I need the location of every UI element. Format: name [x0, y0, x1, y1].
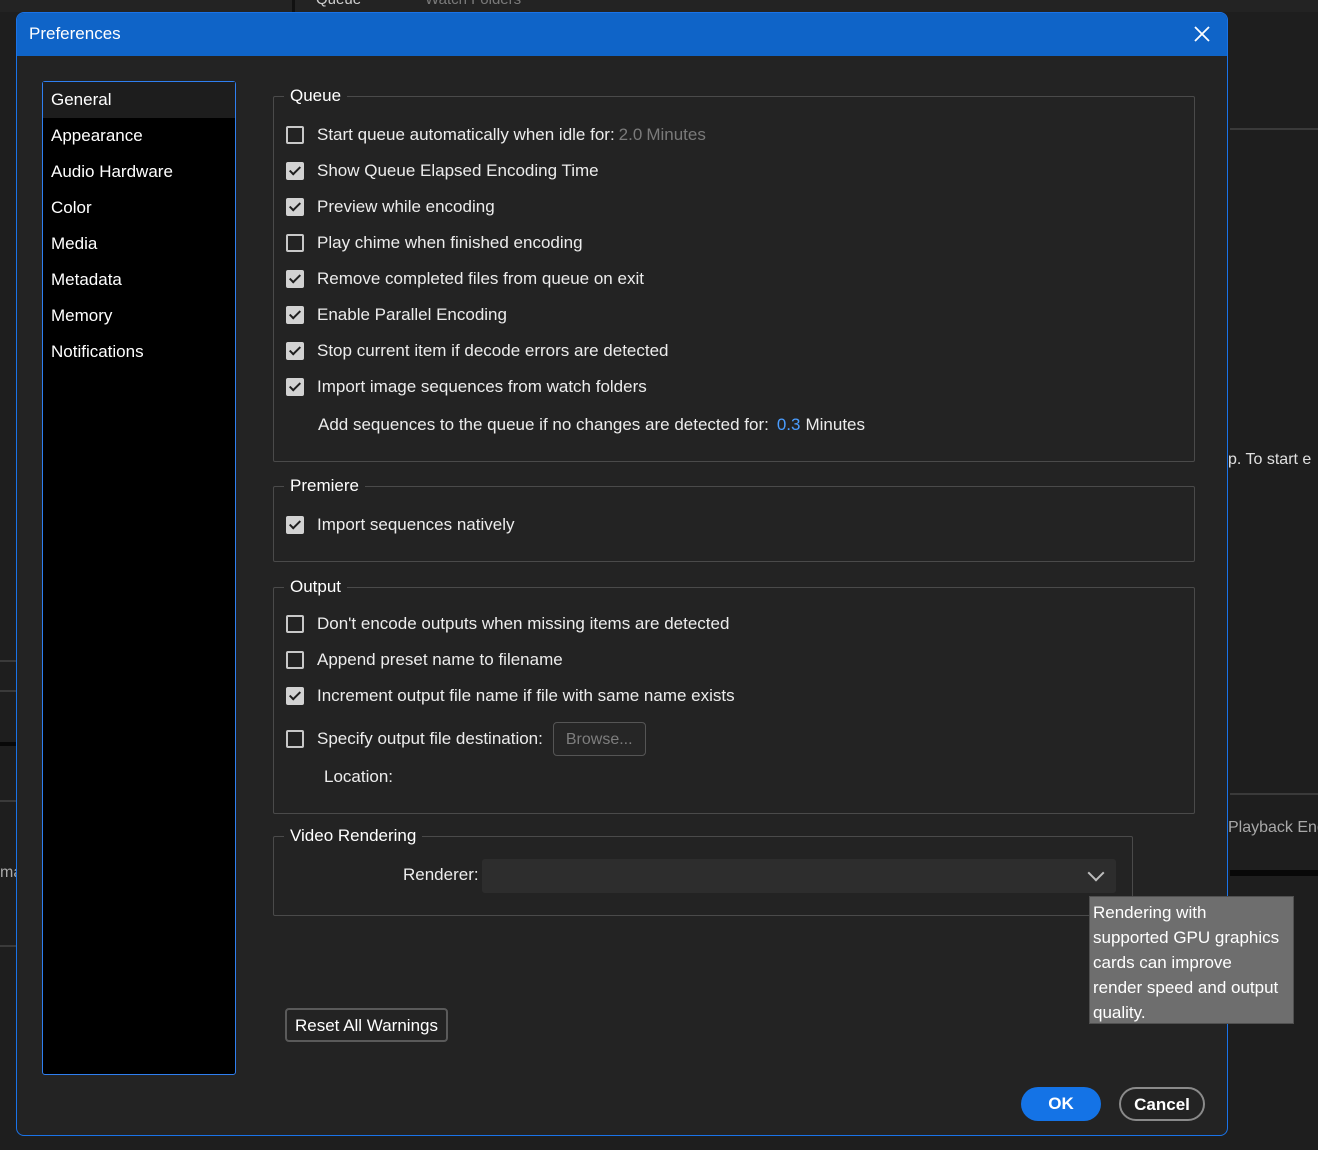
show-elapsed-checkbox[interactable]: [286, 162, 304, 180]
import-image-sequences-checkbox[interactable]: [286, 378, 304, 396]
add-sequences-minutes-unit: Minutes: [805, 415, 865, 434]
stop-decode-errors-checkbox[interactable]: [286, 342, 304, 360]
renderer-label: Renderer:: [403, 865, 479, 884]
show-elapsed-label: Show Queue Elapsed Encoding Time: [317, 161, 599, 180]
chevron-down-icon: [1087, 864, 1105, 882]
idle-minutes-unit: Minutes: [646, 125, 706, 144]
tooltip-line: Rendering with: [1093, 903, 1207, 922]
preview-encoding-label: Preview while encoding: [317, 197, 495, 216]
sidebar-item-media[interactable]: Media: [43, 226, 235, 262]
renderer-tooltip: Rendering with supported GPU graphics ca…: [1089, 896, 1294, 1024]
play-chime-checkbox[interactable]: [286, 234, 304, 252]
video-rendering-legend: Video Rendering: [284, 825, 423, 847]
stop-decode-errors-row[interactable]: Stop current item if decode errors are d…: [286, 339, 669, 363]
sidebar-item-color[interactable]: Color: [43, 190, 235, 226]
premiere-group: Premiere Import sequences natively: [273, 475, 1195, 562]
parallel-encoding-row[interactable]: Enable Parallel Encoding: [286, 303, 507, 327]
remove-completed-checkbox[interactable]: [286, 270, 304, 288]
preferences-dialog: Preferences General Appearance Audio Har…: [16, 12, 1228, 1136]
import-natively-checkbox[interactable]: [286, 516, 304, 534]
append-preset-label: Append preset name to filename: [317, 650, 563, 669]
preview-encoding-checkbox[interactable]: [286, 198, 304, 216]
dont-encode-checkbox[interactable]: [286, 615, 304, 633]
remove-completed-label: Remove completed files from queue on exi…: [317, 269, 644, 288]
output-group: Output Don't encode outputs when missing…: [273, 576, 1195, 814]
start-queue-auto-row[interactable]: Start queue automatically when idle for:…: [286, 123, 706, 147]
location-row: Location:: [324, 765, 393, 789]
remove-completed-row[interactable]: Remove completed files from queue on exi…: [286, 267, 644, 291]
add-sequences-label: Add sequences to the queue if no changes…: [318, 415, 769, 434]
idle-minutes-value[interactable]: 2.0: [619, 125, 643, 145]
sidebar-item-metadata[interactable]: Metadata: [43, 262, 235, 298]
location-label: Location:: [324, 767, 393, 786]
background-tab-watch-folders[interactable]: Watch Folders: [425, 0, 521, 8]
start-queue-auto-label: Start queue automatically when idle for:: [317, 125, 615, 144]
background-divider: [0, 660, 16, 662]
video-rendering-group: Video Rendering Renderer:: [273, 825, 1133, 916]
reset-all-warnings-button[interactable]: Reset All Warnings: [285, 1008, 448, 1042]
sidebar-item-general[interactable]: General: [43, 82, 235, 118]
import-natively-row[interactable]: Import sequences natively: [286, 513, 515, 537]
specify-destination-row[interactable]: Specify output file destination: Browse.…: [286, 721, 646, 757]
queue-group: Queue Start queue automatically when idl…: [273, 85, 1195, 462]
increment-filename-row[interactable]: Increment output file name if file with …: [286, 684, 735, 708]
background-divider: [0, 945, 16, 947]
tooltip-line: render speed and output: [1093, 978, 1279, 997]
browse-button[interactable]: Browse...: [552, 722, 646, 756]
sidebar-item-appearance[interactable]: Appearance: [43, 118, 235, 154]
parallel-encoding-label: Enable Parallel Encoding: [317, 305, 507, 324]
dont-encode-label: Don't encode outputs when missing items …: [317, 614, 730, 633]
tooltip-line: cards can improve: [1093, 953, 1232, 972]
renderer-select[interactable]: [482, 859, 1116, 893]
import-natively-label: Import sequences natively: [317, 515, 515, 534]
dialog-titlebar[interactable]: Preferences: [17, 13, 1227, 56]
background-divider: [1230, 793, 1318, 795]
preview-encoding-row[interactable]: Preview while encoding: [286, 195, 495, 219]
background-tab-queue[interactable]: Queue: [316, 0, 361, 8]
background-playback-engine-fragment: Playback Eng: [1228, 819, 1318, 836]
show-elapsed-row[interactable]: Show Queue Elapsed Encoding Time: [286, 159, 599, 183]
sidebar-item-notifications[interactable]: Notifications: [43, 334, 235, 370]
output-legend: Output: [284, 576, 348, 598]
background-divider: [292, 0, 295, 12]
specify-destination-checkbox[interactable]: [286, 730, 304, 748]
add-sequences-minutes-value[interactable]: 0.3: [777, 415, 801, 435]
dont-encode-row[interactable]: Don't encode outputs when missing items …: [286, 612, 729, 636]
background-text-fragment: p. To start e: [1228, 451, 1312, 468]
tooltip-line: supported GPU graphics: [1093, 928, 1280, 947]
append-preset-row[interactable]: Append preset name to filename: [286, 648, 563, 672]
sidebar-item-memory[interactable]: Memory: [43, 298, 235, 334]
premiere-legend: Premiere: [284, 475, 365, 497]
background-divider: [1230, 870, 1318, 876]
tooltip-line: quality.: [1093, 1003, 1146, 1022]
sidebar-item-audio-hardware[interactable]: Audio Hardware: [43, 154, 235, 190]
stop-decode-errors-label: Stop current item if decode errors are d…: [317, 341, 669, 360]
add-sequences-row: Add sequences to the queue if no changes…: [318, 413, 865, 437]
dialog-title: Preferences: [29, 24, 121, 43]
play-chime-row[interactable]: Play chime when finished encoding: [286, 231, 583, 255]
specify-destination-label: Specify output file destination:: [317, 729, 543, 748]
close-icon[interactable]: [1189, 21, 1215, 47]
play-chime-label: Play chime when finished encoding: [317, 233, 583, 252]
append-preset-checkbox[interactable]: [286, 651, 304, 669]
background-app-header: Queue Watch Folders: [0, 0, 1318, 12]
cancel-button[interactable]: Cancel: [1119, 1087, 1205, 1121]
background-divider: [0, 690, 16, 692]
parallel-encoding-checkbox[interactable]: [286, 306, 304, 324]
start-queue-auto-checkbox[interactable]: [286, 126, 304, 144]
background-divider: [1230, 128, 1318, 130]
background-divider: [0, 742, 16, 746]
ok-button[interactable]: OK: [1021, 1087, 1101, 1121]
preferences-sidebar: General Appearance Audio Hardware Color …: [42, 81, 236, 1075]
increment-filename-label: Increment output file name if file with …: [317, 686, 735, 705]
queue-legend: Queue: [284, 85, 348, 107]
increment-filename-checkbox[interactable]: [286, 687, 304, 705]
renderer-label-row: Renderer:: [403, 863, 479, 887]
background-divider: [0, 800, 16, 802]
import-image-sequences-label: Import image sequences from watch folder…: [317, 377, 647, 396]
import-image-sequences-row[interactable]: Import image sequences from watch folder…: [286, 375, 647, 399]
